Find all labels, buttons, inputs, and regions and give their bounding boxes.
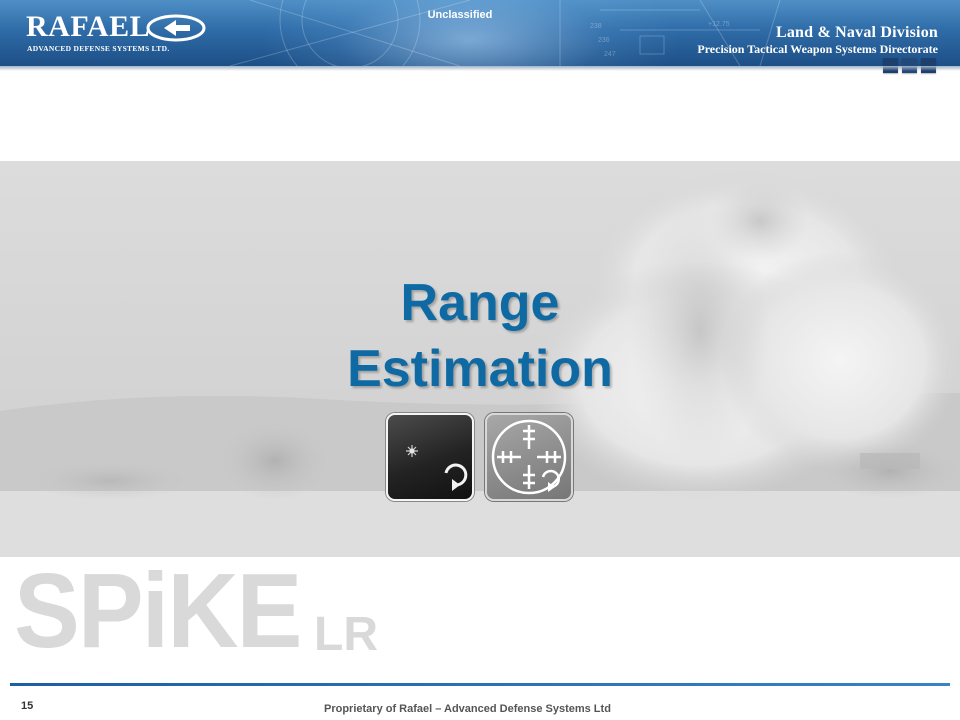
- rafael-emblem-icon: [146, 14, 206, 42]
- logo-tagline: ADVANCED DEFENSE SYSTEMS LTD.: [27, 44, 170, 53]
- header-banner: 238 236 247 +12.75 RAFAEL ADVANCED DEFEN…: [0, 0, 960, 66]
- crosshair-grid-icon[interactable]: [485, 413, 573, 501]
- title-line-estimation: Estimation: [347, 340, 613, 398]
- classification-label: Unclassified: [427, 9, 493, 21]
- rafael-logo: RAFAEL ADVANCED DEFENSE SYSTEMS LTD.: [26, 10, 216, 56]
- division-title: Land & Naval Division: [775, 24, 938, 41]
- spike-wordmark: SPiKE: [14, 552, 302, 670]
- page-number: 15: [21, 700, 34, 712]
- footer-proprietary-text: Proprietary of Rafael – Advanced Defense…: [324, 703, 611, 715]
- division-block: Land & Naval Division Precision Tactical…: [697, 24, 938, 56]
- footer-divider: [10, 683, 950, 686]
- laser-range-icon[interactable]: [386, 413, 474, 501]
- spike-variant: LR: [314, 608, 378, 661]
- slide-title: Range Estimation: [0, 270, 960, 402]
- svg-text:236: 236: [598, 37, 610, 44]
- division-subtitle: Precision Tactical Weapon Systems Direct…: [697, 42, 938, 56]
- logo-wordmark: RAFAEL: [26, 10, 151, 43]
- svg-text:247: 247: [604, 51, 616, 58]
- svg-text:238: 238: [590, 23, 602, 30]
- banner-shadow: [0, 66, 960, 71]
- title-line-range: Range: [400, 274, 560, 332]
